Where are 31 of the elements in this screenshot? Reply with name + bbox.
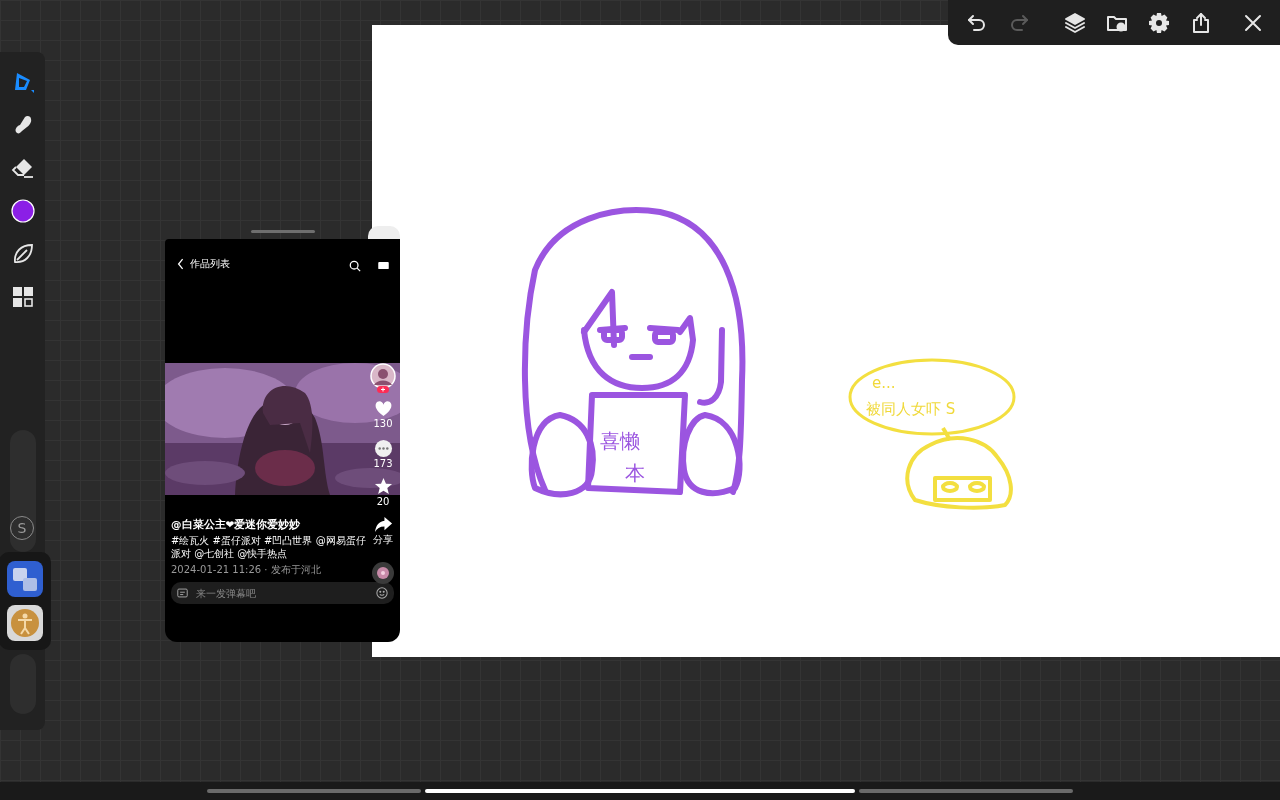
- author-name: @白菜公主❤爱迷你爱妙妙: [171, 517, 302, 531]
- eraser-icon: [10, 156, 35, 180]
- window-handle[interactable]: [251, 230, 315, 233]
- layers-icon: [1063, 10, 1087, 35]
- star-icon[interactable]: [373, 477, 393, 496]
- action-count: 分享: [373, 534, 393, 545]
- handwritten-text: 被同人女吓 S: [866, 400, 956, 418]
- handwritten-text: 本: [625, 461, 645, 485]
- action-count: 130: [373, 418, 393, 429]
- action-count: 20: [376, 496, 390, 507]
- action-count: 173: [373, 458, 393, 469]
- music-disc-icon[interactable]: [372, 562, 394, 584]
- post-date: 2024-01-21 11:26 · 发布于河北: [171, 563, 322, 577]
- share-icon[interactable]: [373, 515, 393, 534]
- figure-app-icon[interactable]: [7, 605, 43, 641]
- handwritten-text: e...: [872, 374, 896, 392]
- cards-app-icon[interactable]: [7, 561, 43, 597]
- brush-size-slider[interactable]: [9, 430, 36, 552]
- emoji-icon[interactable]: [376, 587, 388, 599]
- handwritten-text: 喜懒: [600, 429, 640, 453]
- gear-icon: [1147, 10, 1171, 35]
- heart-icon[interactable]: [373, 399, 393, 418]
- back-icon: [177, 258, 185, 270]
- danmaku-icon: [177, 588, 188, 598]
- comment-icon[interactable]: [373, 439, 393, 458]
- post-tags: #绘瓦火 #蛋仔派对 #凹凸世界 @网易蛋仔派对 @七创社 @快手热点: [171, 534, 366, 560]
- avatar-icon[interactable]: [369, 363, 397, 395]
- back-button[interactable]: 作品列表: [177, 257, 230, 271]
- grid-icon: [10, 285, 35, 309]
- screen-icon[interactable]: [378, 262, 389, 269]
- search-icon[interactable]: [349, 260, 361, 272]
